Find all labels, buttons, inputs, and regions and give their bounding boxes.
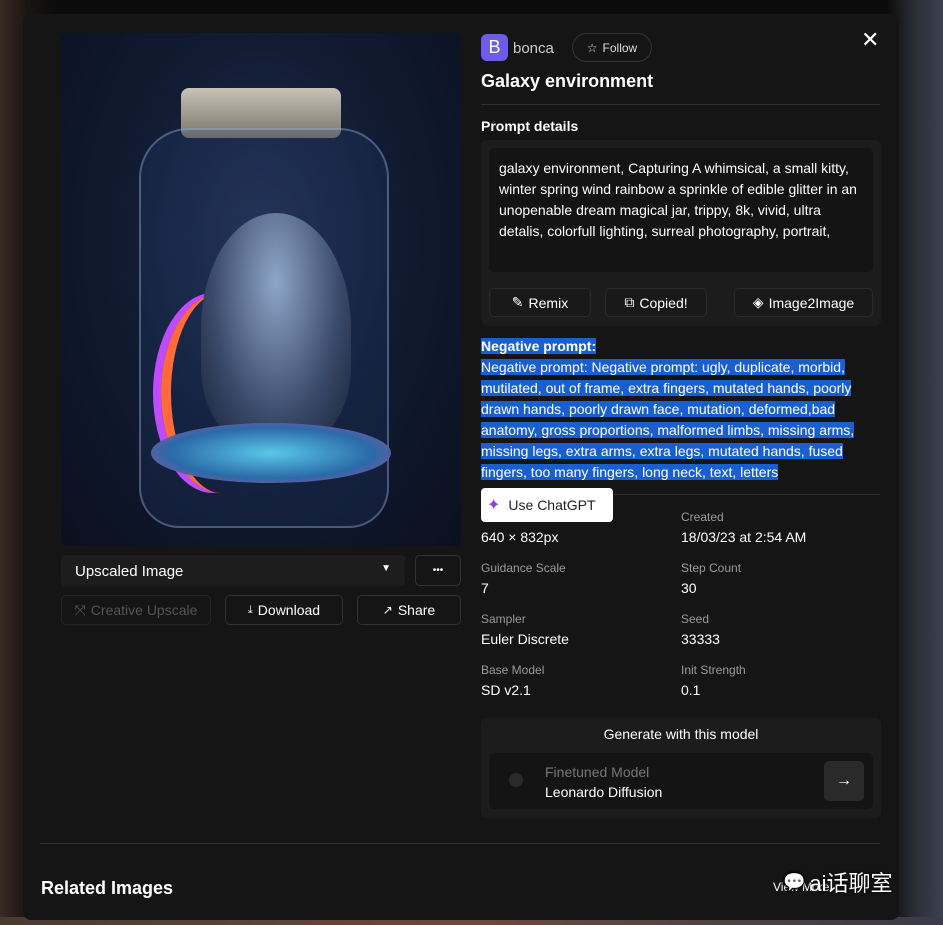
watermark: 💬 ai话聊室 xyxy=(783,866,893,898)
kitten xyxy=(201,213,351,443)
use-chatgpt-button[interactable]: ✦ Use ChatGPT xyxy=(481,488,613,522)
share-label: Share xyxy=(397,602,436,618)
use-chatgpt-label: Use ChatGPT xyxy=(508,497,596,513)
divider xyxy=(40,843,880,844)
variant-label: Upscaled Image xyxy=(75,563,184,580)
avatar[interactable]: B xyxy=(481,34,508,61)
share-button[interactable]: ↗ Share xyxy=(357,595,461,625)
dimensions-value: 640 × 832px xyxy=(481,529,559,545)
copy-prompt-button[interactable]: ⧉ Copied! xyxy=(605,288,707,317)
generate-heading: Generate with this model xyxy=(603,726,759,742)
follow-label: Follow xyxy=(602,40,638,55)
image-variant-select[interactable]: Upscaled Image ▼ xyxy=(61,555,405,586)
model-name: Leonardo Diffusion xyxy=(545,784,663,800)
creative-upscale-button[interactable]: ⤧ Creative Upscale xyxy=(61,595,211,625)
base-model-label: Base Model xyxy=(481,663,545,677)
share-icon: ↗ xyxy=(382,603,393,617)
init-strength-label: Init Strength xyxy=(681,663,746,677)
follow-button[interactable]: ☆ Follow xyxy=(572,33,652,62)
sampler-value: Euler Discrete xyxy=(481,631,569,647)
image-detail-modal: Upscaled Image ▼ ••• ⤧ Creative Upscale ⤓ D… xyxy=(23,14,899,920)
negative-prompt-text[interactable]: Negative prompt: Negative prompt: ugly, … xyxy=(481,359,855,480)
image2image-label: Image2Image xyxy=(768,294,855,311)
generate-with-model-card: Generate with this model Finetuned Model… xyxy=(481,718,881,818)
watermark-text: ai话聊室 xyxy=(809,871,893,896)
negative-prompt: Negative prompt: Negative prompt: Negati… xyxy=(481,336,881,483)
star-icon: ☆ xyxy=(586,40,598,55)
negative-prompt-heading: Negative prompt: xyxy=(481,338,597,354)
close-icon[interactable]: ✕ xyxy=(861,27,879,53)
created-value: 18/03/23 at 2:54 AM xyxy=(681,529,807,545)
author-name[interactable]: bonca xyxy=(513,40,554,57)
remix-button[interactable]: ✎ Remix xyxy=(489,288,591,317)
guidance-label: Guidance Scale xyxy=(481,561,566,575)
arrow-right-icon[interactable]: → xyxy=(824,761,864,801)
base-model-value: SD v2.1 xyxy=(481,682,531,698)
created-label: Created xyxy=(681,510,724,524)
more-options-button[interactable]: ••• xyxy=(415,555,461,586)
related-images-heading: Related Images xyxy=(41,878,174,898)
model-type: Finetuned Model xyxy=(545,764,650,780)
download-icon: ⤓ xyxy=(247,603,253,616)
prompt-text[interactable]: galaxy environment, Capturing A whimsica… xyxy=(489,148,873,272)
sampler-label: Sampler xyxy=(481,612,526,626)
creative-upscale-label: Creative Upscale xyxy=(90,602,198,618)
model-row[interactable]: Finetuned Model Leonardo Diffusion → xyxy=(489,753,873,809)
page-title: Galaxy environment xyxy=(481,71,654,91)
wechat-icon: 💬 xyxy=(783,871,806,892)
divider xyxy=(481,104,880,105)
copy-icon: ⧉ xyxy=(624,294,635,310)
expand-icon: ⤧ xyxy=(74,601,86,618)
layers-icon: ◈ xyxy=(752,294,764,310)
seed-value: 33333 xyxy=(681,631,720,647)
model-thumbnail xyxy=(509,773,523,787)
image2image-button[interactable]: ◈ Image2Image xyxy=(734,288,873,317)
prompt-card: galaxy environment, Capturing A whimsica… xyxy=(481,140,881,326)
guidance-value: 7 xyxy=(481,580,489,596)
copy-label: Copied! xyxy=(639,294,688,311)
steps-value: 30 xyxy=(681,580,697,596)
steps-label: Step Count xyxy=(681,561,742,575)
remix-label: Remix xyxy=(528,294,569,311)
glitter-sand xyxy=(151,423,391,483)
init-strength-value: 0.1 xyxy=(681,682,701,698)
caret-down-icon: ▼ xyxy=(381,563,391,574)
download-label: Download xyxy=(257,602,321,618)
sparkle-icon: ✦ xyxy=(487,497,501,514)
generated-image xyxy=(61,33,461,546)
magic-wand-icon: ✎ xyxy=(511,294,524,310)
prompt-heading: Prompt details xyxy=(481,118,579,134)
download-button[interactable]: ⤓ Download xyxy=(225,595,343,625)
seed-label: Seed xyxy=(681,612,710,626)
